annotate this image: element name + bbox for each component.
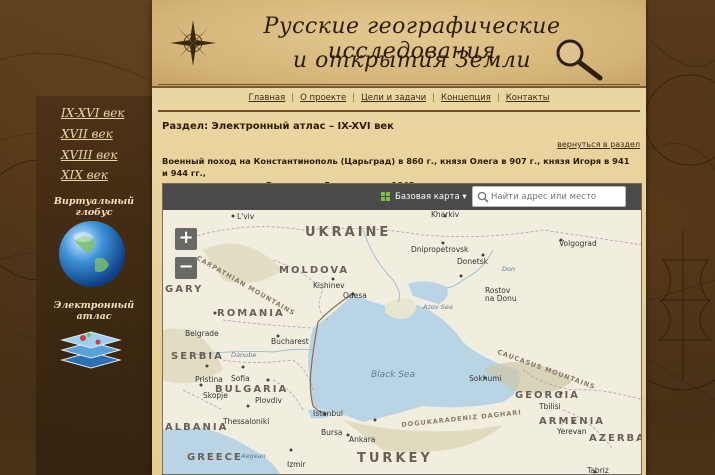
virtual-globe-label-1: Виртуальный — [53, 196, 135, 207]
map-label-ukraine: UKRAINE — [305, 225, 392, 240]
city-label-belgrade: Belgrade — [185, 329, 219, 338]
city-label-kharkiv: Kharkiv — [431, 210, 460, 219]
city-label-rostov: Rostov na Donu — [485, 286, 517, 303]
section-title: Раздел: Электронный атлас – IX-XVI век — [162, 121, 394, 132]
city-label-istanbul: Istanbul — [313, 409, 344, 418]
city-label-sofia: Sofia — [231, 374, 250, 383]
map-label-hungary-partial: GARY — [165, 284, 204, 295]
magnifying-glass-icon — [556, 39, 603, 81]
nav-separator: | — [432, 93, 436, 103]
map-label-black-sea: Black Sea — [371, 370, 415, 380]
nav-separator: | — [352, 93, 356, 103]
map-label-don: Don — [502, 265, 516, 273]
map-label-greece: GREECE — [187, 452, 243, 463]
city-label-yerevan: Yerevan — [557, 427, 587, 436]
city-label-ankara: Ankara — [349, 435, 376, 444]
nav-link-contacts[interactable]: Контакты — [506, 93, 550, 103]
zoom-in-button[interactable]: + — [175, 228, 197, 250]
nav-link-goals[interactable]: Цели и задачи — [361, 93, 426, 103]
left-sidebar: IX-XVI век XVII век XVIII век XIX век Ви… — [36, 96, 152, 475]
city-label-sokhumi: Sokhumi — [469, 374, 502, 383]
nav-divider — [158, 110, 640, 112]
nav-link-home[interactable]: Главная — [249, 93, 286, 103]
city-label-donetsk: Donetsk — [457, 257, 488, 266]
nav-separator: | — [291, 93, 295, 103]
map-search-input[interactable] — [491, 189, 621, 204]
century-link-ix-xvi[interactable]: IX-XVI век — [61, 106, 125, 120]
map-label-georgia: GEORGIA — [515, 390, 580, 401]
map-toolbar: Базовая карта ▾ — [163, 184, 641, 210]
electronic-atlas-label-2: атлас — [76, 311, 112, 322]
map-label-aegean: Aegean — [241, 452, 266, 460]
map-label-romania: ROMANIA — [217, 308, 285, 319]
city-label-skopje: Skopje — [203, 391, 228, 400]
map-label-azov-sea: Azov Sea — [423, 303, 453, 311]
city-label-bucharest: Bucharest — [271, 337, 309, 346]
virtual-globe-icon[interactable] — [57, 219, 127, 289]
basemap-button[interactable]: Базовая карта ▾ — [381, 189, 467, 205]
map-label-azerbaijan: AZERBAIJAN — [589, 433, 641, 444]
back-to-section-link[interactable]: вернуться в раздел — [557, 140, 640, 149]
map-widget[interactable]: Базовая карта ▾ Найти адрес или место + … — [162, 183, 642, 475]
map-label-moldova: MOLDOVA — [279, 265, 350, 276]
site-header: Русские географические исследования и от… — [152, 0, 646, 88]
map-label-danube: Danube — [231, 351, 257, 359]
city-label-thessaloniki: Thessaloniki — [223, 417, 270, 426]
city-label-bursa: Bursa — [321, 428, 343, 437]
nav-link-concept[interactable]: Концепция — [441, 93, 491, 103]
city-label-izmir: Izmir — [287, 460, 306, 469]
city-label-tabriz: Tabriz — [587, 466, 609, 475]
city-label-volgograd: Volgograd — [559, 239, 597, 248]
basemap-grid-icon — [381, 192, 391, 202]
city-label-lviv: L'viv — [237, 212, 255, 221]
city-label-odesa: Odesa — [343, 291, 367, 300]
map-label-turkey: TURKEY — [357, 451, 433, 466]
electronic-atlas-label-1: Электронный — [53, 300, 135, 311]
century-link-xvii[interactable]: XVII век — [61, 127, 113, 141]
city-label-plovdiv: Plovdiv — [255, 396, 282, 405]
nav-separator: | — [496, 93, 500, 103]
zoom-out-button[interactable]: − — [175, 257, 197, 279]
city-label-tbilisi: Tbilisi — [539, 402, 561, 411]
nav-link-about[interactable]: О проекте — [300, 93, 346, 103]
map-label-armenia: ARMENIA — [539, 416, 606, 427]
search-icon — [477, 191, 489, 203]
description-line-1: Военный поход на Константинополь (Царьгр… — [162, 156, 630, 178]
map-label-serbia: SERBIA — [171, 351, 224, 362]
ship-illustration — [648, 230, 715, 391]
city-label-pristina: Pristina — [195, 375, 223, 384]
century-link-xviii[interactable]: XVIII век — [61, 148, 118, 162]
dropdown-arrow-icon: ▾ — [462, 192, 467, 202]
header-divider — [158, 84, 640, 85]
electronic-atlas-icon[interactable] — [58, 322, 124, 374]
map-label-albania: ALBANIA — [165, 422, 229, 433]
virtual-globe-label-2: глобус — [75, 207, 113, 218]
top-navigation: Главная | О проекте | Цели и задачи | Концепци… — [152, 93, 646, 109]
city-label-kishinev: Kishinev — [313, 281, 345, 290]
century-link-xix[interactable]: XIX век — [61, 168, 108, 182]
map-search-box[interactable] — [472, 186, 626, 207]
basemap-label: Базовая карта — [395, 192, 460, 202]
content-panel: Русские географические исследования и от… — [152, 0, 646, 475]
city-label-dnipropetrovsk: Dnipropetrovsk — [411, 245, 469, 254]
